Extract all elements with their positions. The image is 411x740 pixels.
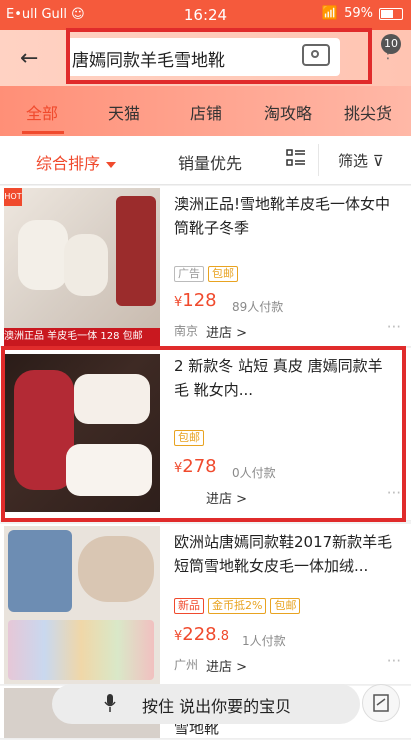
price-value: 128 bbox=[182, 290, 217, 311]
product-title[interactable]: 澳洲正品!雪地靴羊皮毛一体女中筒靴子冬季 bbox=[174, 192, 396, 240]
product-image[interactable]: HOT 澳洲正品 羊皮毛一体 128 包邮 bbox=[4, 188, 160, 346]
voice-search-label: 按住 说出你要的宝贝 bbox=[142, 697, 292, 716]
product-price: ¥128 bbox=[174, 290, 217, 311]
dropdown-arrow-icon bbox=[106, 161, 117, 168]
list-view-icon[interactable] bbox=[286, 148, 306, 168]
product-price: ¥228.8 bbox=[174, 624, 230, 645]
hot-badge: HOT bbox=[4, 188, 22, 206]
filter-label: 筛选 bbox=[338, 152, 369, 170]
price-decimal: .8 bbox=[216, 629, 230, 644]
wifi-icon: 📶 bbox=[321, 6, 339, 21]
divider bbox=[318, 144, 319, 176]
edit-glyph bbox=[373, 694, 389, 712]
highlight-frame-product bbox=[1, 346, 406, 522]
tab-all[interactable]: 全部 bbox=[26, 100, 58, 124]
model-figure bbox=[8, 530, 72, 612]
coin-discount-tag: 金币抵2% bbox=[208, 598, 267, 614]
boot-shape bbox=[18, 220, 68, 290]
tag-row: 新品 金币抵2% 包邮 bbox=[174, 598, 301, 614]
filter-icon: ⊽ bbox=[368, 152, 384, 170]
color-variants bbox=[8, 620, 154, 680]
product-location: 南京 bbox=[174, 324, 199, 338]
sort-sales[interactable]: 销量优先 bbox=[178, 150, 242, 174]
girl-figure bbox=[116, 196, 156, 306]
active-tab-indicator bbox=[22, 131, 64, 134]
microphone-icon bbox=[104, 694, 116, 712]
free-shipping-tag: 包邮 bbox=[270, 598, 301, 614]
more-options-icon[interactable]: ··· bbox=[387, 318, 401, 336]
ad-tag: 广告 bbox=[174, 266, 204, 282]
tab-store[interactable]: 店铺 bbox=[190, 100, 222, 124]
thumb-caption: 澳洲正品 羊皮毛一体 128 包邮 bbox=[4, 328, 160, 346]
sort-bar: 综合排序 销量优先 筛选 ⊽ bbox=[0, 136, 411, 185]
tab-tmall[interactable]: 天猫 bbox=[108, 100, 140, 124]
highlight-frame-search bbox=[66, 28, 372, 84]
back-arrow-icon[interactable]: ← bbox=[20, 46, 38, 71]
paid-count: 1人付款 bbox=[242, 634, 286, 648]
status-right: 📶 59% bbox=[322, 6, 403, 21]
enter-store-link[interactable]: 进店 > bbox=[206, 656, 247, 675]
slipper-shape bbox=[78, 536, 154, 602]
sort-comprehensive[interactable]: 综合排序 bbox=[36, 150, 117, 174]
category-tabs: 全部 天猫 店铺 淘攻略 挑尖货 bbox=[0, 86, 411, 136]
battery-icon bbox=[379, 7, 403, 20]
filter-button[interactable]: 筛选 ⊽ bbox=[338, 150, 384, 171]
tag-row: 广告 包邮 bbox=[174, 266, 238, 282]
sort-comprehensive-label: 综合排序 bbox=[36, 154, 101, 173]
voice-search-button[interactable]: 按住 说出你要的宝贝 bbox=[52, 684, 360, 724]
status-bar: E•ull Gull ☺ 16:24 📶 59% bbox=[0, 0, 411, 30]
product-card[interactable]: 欧洲站唐嫣同款鞋2017新款羊毛短筒雪地靴女皮毛一体加绒... 新品 金币抵2%… bbox=[0, 524, 411, 685]
edit-icon[interactable] bbox=[362, 684, 400, 722]
product-location: 广州 bbox=[174, 658, 199, 672]
tab-guide[interactable]: 淘攻略 bbox=[264, 100, 312, 124]
more-options-icon[interactable]: ··· bbox=[387, 652, 401, 670]
product-title[interactable]: 欧洲站唐嫣同款鞋2017新款羊毛短筒雪地靴女皮毛一体加绒... bbox=[174, 530, 396, 578]
product-image[interactable] bbox=[4, 526, 160, 684]
product-card[interactable]: HOT 澳洲正品 羊皮毛一体 128 包邮 澳洲正品!雪地靴羊皮毛一体女中筒靴子… bbox=[0, 186, 411, 347]
new-tag: 新品 bbox=[174, 598, 204, 614]
enter-store-link[interactable]: 进店 > bbox=[206, 322, 247, 341]
battery-percent: 59% bbox=[344, 6, 373, 21]
paid-count: 89人付款 bbox=[232, 300, 284, 314]
price-value: 228 bbox=[182, 624, 217, 645]
tab-picks[interactable]: 挑尖货 bbox=[344, 100, 392, 124]
message-badge: 10 bbox=[381, 34, 401, 54]
boot-shape bbox=[64, 234, 108, 296]
free-shipping-tag: 包邮 bbox=[208, 266, 238, 282]
